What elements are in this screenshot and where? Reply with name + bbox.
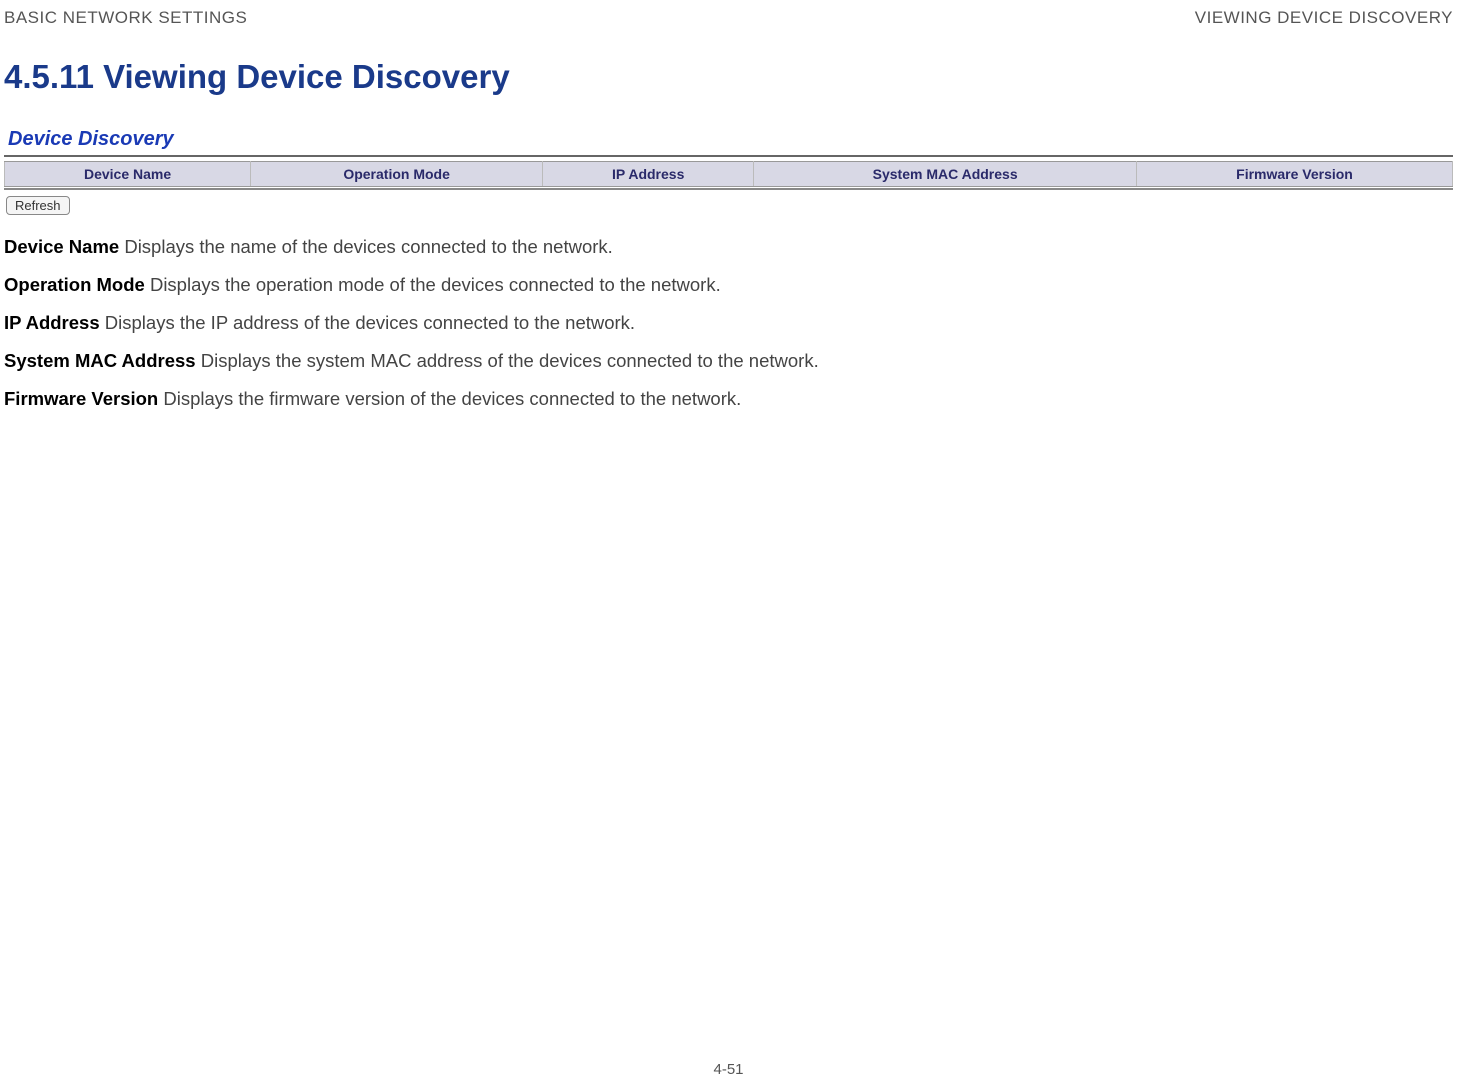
header-left: BASIC NETWORK SETTINGS xyxy=(4,8,247,28)
desc-term: IP Address xyxy=(4,312,100,333)
field-descriptions: Device Name Displays the name of the dev… xyxy=(0,235,1457,411)
col-device-name: Device Name xyxy=(5,162,251,187)
panel-divider xyxy=(4,155,1453,157)
page-number: 4-51 xyxy=(713,1061,743,1078)
desc-operation-mode: Operation Mode Displays the operation mo… xyxy=(4,273,1453,297)
table-header-row: Device Name Operation Mode IP Address Sy… xyxy=(5,162,1453,187)
refresh-button[interactable]: Refresh xyxy=(6,196,70,215)
col-firmware-version: Firmware Version xyxy=(1137,162,1453,187)
col-operation-mode: Operation Mode xyxy=(251,162,543,187)
desc-system-mac: System MAC Address Displays the system M… xyxy=(4,349,1453,373)
desc-term: Device Name xyxy=(4,236,119,257)
desc-text: Displays the system MAC address of the d… xyxy=(196,350,819,371)
desc-firmware-version: Firmware Version Displays the firmware v… xyxy=(4,387,1453,411)
page-header: BASIC NETWORK SETTINGS VIEWING DEVICE DI… xyxy=(0,0,1457,28)
discovery-table: Device Name Operation Mode IP Address Sy… xyxy=(4,161,1453,187)
col-ip-address: IP Address xyxy=(543,162,754,187)
device-discovery-panel: Device Discovery Device Name Operation M… xyxy=(4,126,1453,215)
desc-text: Displays the firmware version of the dev… xyxy=(158,388,741,409)
col-system-mac: System MAC Address xyxy=(754,162,1137,187)
desc-term: System MAC Address xyxy=(4,350,196,371)
desc-ip-address: IP Address Displays the IP address of th… xyxy=(4,311,1453,335)
panel-title: Device Discovery xyxy=(4,126,1453,155)
desc-device-name: Device Name Displays the name of the dev… xyxy=(4,235,1453,259)
section-heading: 4.5.11 Viewing Device Discovery xyxy=(0,28,1457,116)
table-underline xyxy=(4,188,1453,190)
header-right: VIEWING DEVICE DISCOVERY xyxy=(1195,8,1453,28)
desc-text: Displays the name of the devices connect… xyxy=(119,236,613,257)
desc-term: Operation Mode xyxy=(4,274,145,295)
desc-text: Displays the IP address of the devices c… xyxy=(100,312,635,333)
desc-text: Displays the operation mode of the devic… xyxy=(145,274,721,295)
desc-term: Firmware Version xyxy=(4,388,158,409)
